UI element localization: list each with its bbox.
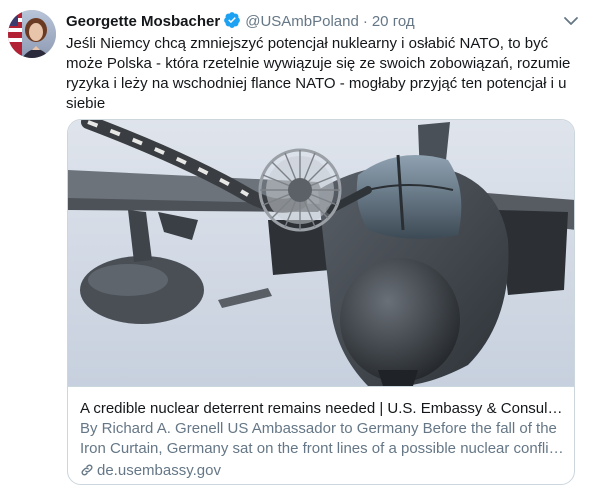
tweet-timestamp[interactable]: 20 год bbox=[372, 13, 415, 30]
card-title[interactable]: A credible nuclear deterrent remains nee… bbox=[80, 399, 564, 419]
tweet[interactable]: Georgette Mosbacher @USAmbPoland · 20 год J… bbox=[0, 0, 589, 485]
link-card[interactable]: A credible nuclear deterrent remains nee… bbox=[67, 119, 575, 485]
author-handle[interactable]: @USAmbPoland bbox=[245, 13, 359, 30]
card-body[interactable]: A credible nuclear deterrent remains nee… bbox=[68, 386, 574, 484]
card-description-line: Iron Curtain, Germany sat on the front l… bbox=[80, 440, 564, 457]
card-image[interactable] bbox=[68, 120, 574, 386]
separator-dot: · bbox=[362, 13, 368, 30]
card-domain[interactable]: de.usembassy.gov bbox=[80, 461, 564, 483]
avatar-image bbox=[8, 10, 56, 58]
fighter-jet-refueling-image bbox=[68, 120, 574, 386]
author-name[interactable]: Georgette Mosbacher bbox=[66, 13, 220, 30]
chevron-down-icon[interactable] bbox=[563, 14, 579, 32]
tweet-text: Jeśli Niemcy chcą zmniejszyć potencjał n… bbox=[66, 35, 571, 112]
card-description-line: By Richard A. Grenell US Ambassador to G… bbox=[80, 420, 557, 437]
card-description: By Richard A. Grenell US Ambassador to G… bbox=[80, 419, 564, 459]
verified-badge-icon bbox=[223, 11, 241, 35]
tweet-header: Georgette Mosbacher @USAmbPoland · 20 год bbox=[66, 11, 577, 33]
avatar[interactable] bbox=[8, 10, 56, 58]
card-domain-text: de.usembassy.gov bbox=[97, 462, 221, 479]
link-icon bbox=[80, 463, 94, 483]
